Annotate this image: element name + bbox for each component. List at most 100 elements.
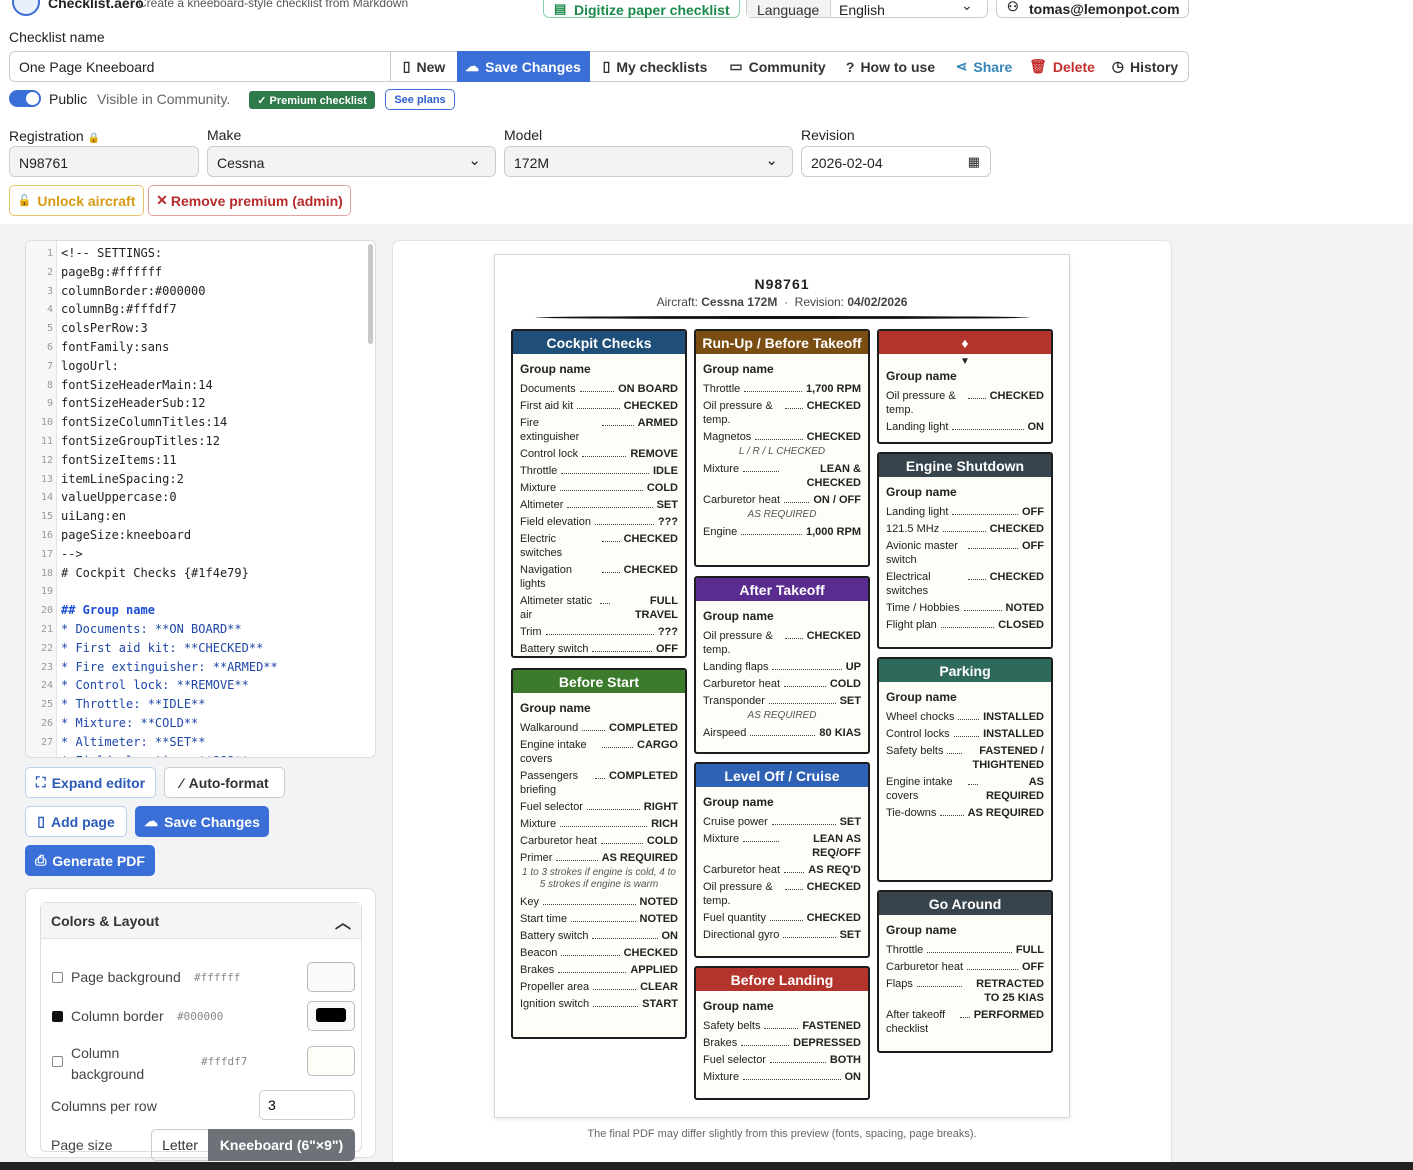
code-line[interactable]: * Documents: **ON BOARD** [61,622,242,636]
item-label: Trim [520,626,542,638]
history-button[interactable]: ◷ History [1102,51,1189,82]
code-line[interactable]: itemLineSpacing:2 [61,472,184,486]
columns-per-row-input[interactable] [259,1090,355,1120]
column-border-swatch[interactable] [307,1001,355,1031]
page-size-label: Page size [51,1137,113,1153]
code-line[interactable]: pageSize:kneeboard [61,528,191,542]
code-line[interactable]: ## Group name [61,603,155,617]
language-select[interactable]: Language English ⌄ [746,0,988,18]
page-size-letter[interactable]: Letter [151,1129,209,1161]
item-leader [783,928,836,938]
checklist-name-input[interactable] [9,51,391,82]
unlock-aircraft-button[interactable]: 🔓 Unlock aircraft [9,185,144,216]
item-label: Fuel selector [520,801,583,813]
item-leader [592,929,658,939]
code-line[interactable]: valueUppercase:0 [61,490,177,504]
group-title: Group name [703,795,774,809]
save-changes-button-secondary[interactable]: ☁ Save Changes [135,806,269,837]
item-leader [968,570,986,580]
code-line[interactable]: * First aid kit: **CHECKED** [61,641,263,655]
checklist-item: Throttle FULL [886,943,1044,957]
item-note: AS REQUIRED [747,710,817,721]
item-label: Mixture [520,482,557,494]
item-value: RIGHT [643,801,678,813]
checklist-item: Engine intake covers CARGO [520,738,678,766]
revision-date-input[interactable]: 2026-02-04 ▦ [801,146,991,177]
app-name[interactable]: Checklist.aero [48,0,144,11]
code-line[interactable]: * Field elevation: **???** [61,754,249,757]
code-line[interactable]: fontSizeGroupTitles:12 [61,434,220,448]
page-background-swatch[interactable] [307,962,355,992]
my-checklists-button[interactable]: ▯ My checklists [590,51,721,82]
community-button[interactable]: ▭ Community [720,51,836,82]
page-size-kneeboard[interactable]: Kneeboard (6"×9") [208,1129,355,1161]
see-plans-button[interactable]: See plans [385,89,455,110]
column-title: Engine Shutdown [879,454,1051,477]
code-line[interactable]: logoUrl: [61,359,119,373]
code-line[interactable]: fontFamily:sans [61,340,169,354]
page-background-checkbox[interactable] [52,972,63,983]
expand-editor-button[interactable]: ⛶ Expand editor [25,767,156,798]
column-background-swatch[interactable] [307,1046,355,1076]
checklist-item: Oil pressure & temp. CHECKED [703,399,861,427]
item-value: ON [1027,421,1045,433]
code-line[interactable]: * Fire extinguisher: **ARMED** [61,660,278,674]
code-line[interactable]: columnBg:#fffdf7 [61,302,177,316]
generate-pdf-button[interactable]: ⎙ Generate PDF [25,845,155,876]
how-to-use-button[interactable]: ? How to use [835,51,947,82]
line-number: 19 [40,586,53,598]
remove-premium-button[interactable]: ✕ Remove premium (admin) [148,185,351,216]
item-value: 1,700 RPM [805,383,861,395]
code-line[interactable]: --> [61,547,83,561]
share-button[interactable]: ⋖ Share [946,51,1023,82]
lock-icon: 🔒 [87,133,101,144]
code-line[interactable]: pageBg:#ffffff [61,265,162,279]
code-line[interactable]: * Throttle: **IDLE** [61,697,206,711]
auto-format-button[interactable]: ⁄ Auto-format [164,767,285,798]
markdown-editor[interactable]: 1 2 3 4 5 6 7 8 9 10 11 12 13 14 15 16 17 18 19 20 21 22 23 24 2… [25,240,376,758]
column-background-checkbox[interactable] [52,1056,63,1067]
code-line[interactable]: fontSizeItems:11 [61,453,177,467]
item-label: Field elevation [520,516,591,528]
item-value: ??? [657,516,678,528]
code-line[interactable]: columnBorder:#000000 [61,284,206,298]
code-line[interactable]: uiLang:en [61,509,126,523]
save-changes-button[interactable]: ☁ Save Changes [457,51,590,82]
colors-layout-header[interactable]: Colors & Layout ︿ [41,903,361,939]
code-line[interactable]: # Cockpit Checks {#1f4e79} [61,566,249,580]
code-line[interactable]: * Altimeter: **SET** [61,735,206,749]
group-title: Group name [886,923,957,937]
close-icon: ✕ [156,192,168,208]
new-button[interactable]: ▯ New [391,51,458,82]
digitize-button[interactable]: ▤ Digitize paper checklist [543,0,740,18]
code-line[interactable]: fontSizeColumnTitles:14 [61,415,227,429]
group-title: Group name [886,485,957,499]
folder-icon: ▭ [729,58,743,74]
delete-button[interactable]: 🗑 Delete [1022,51,1103,82]
line-number: 18 [40,567,53,579]
column-border-checkbox[interactable] [52,1011,63,1022]
add-page-button[interactable]: ▯ Add page [25,806,127,837]
code-line[interactable]: colsPerRow:3 [61,321,148,335]
checklist-item: Battery switch OFF [520,642,678,656]
code-line[interactable]: <!-- SETTINGS: [61,246,162,260]
code-line[interactable]: * Control lock: **REMOVE** [61,678,249,692]
item-value: ??? [657,626,678,638]
code-line[interactable]: fontSizeHeaderMain:14 [61,378,213,392]
item-value: COLD [646,835,678,847]
model-select[interactable]: 172M ⌄ [504,146,793,177]
code-line[interactable]: * Mixture: **COLD** [61,716,198,730]
item-label: Fire extinguisher [520,417,580,443]
public-toggle[interactable] [9,90,41,107]
item-label: Carburetor heat [703,678,781,690]
make-select[interactable]: Cessna ⌄ [207,146,496,177]
user-menu[interactable]: ⚇ tomas@lemonpot.com [996,0,1189,18]
item-value: NOTED [639,896,679,908]
editor-scrollbar[interactable] [368,244,373,344]
page-background-hex: #ffffff [194,971,241,984]
item-leader [602,563,620,573]
logo-icon[interactable] [12,0,40,16]
group-title: Group name [703,362,774,376]
code-line[interactable]: fontSizeHeaderSub:12 [61,396,206,410]
magic-wand-icon: ⁄ [180,774,183,791]
